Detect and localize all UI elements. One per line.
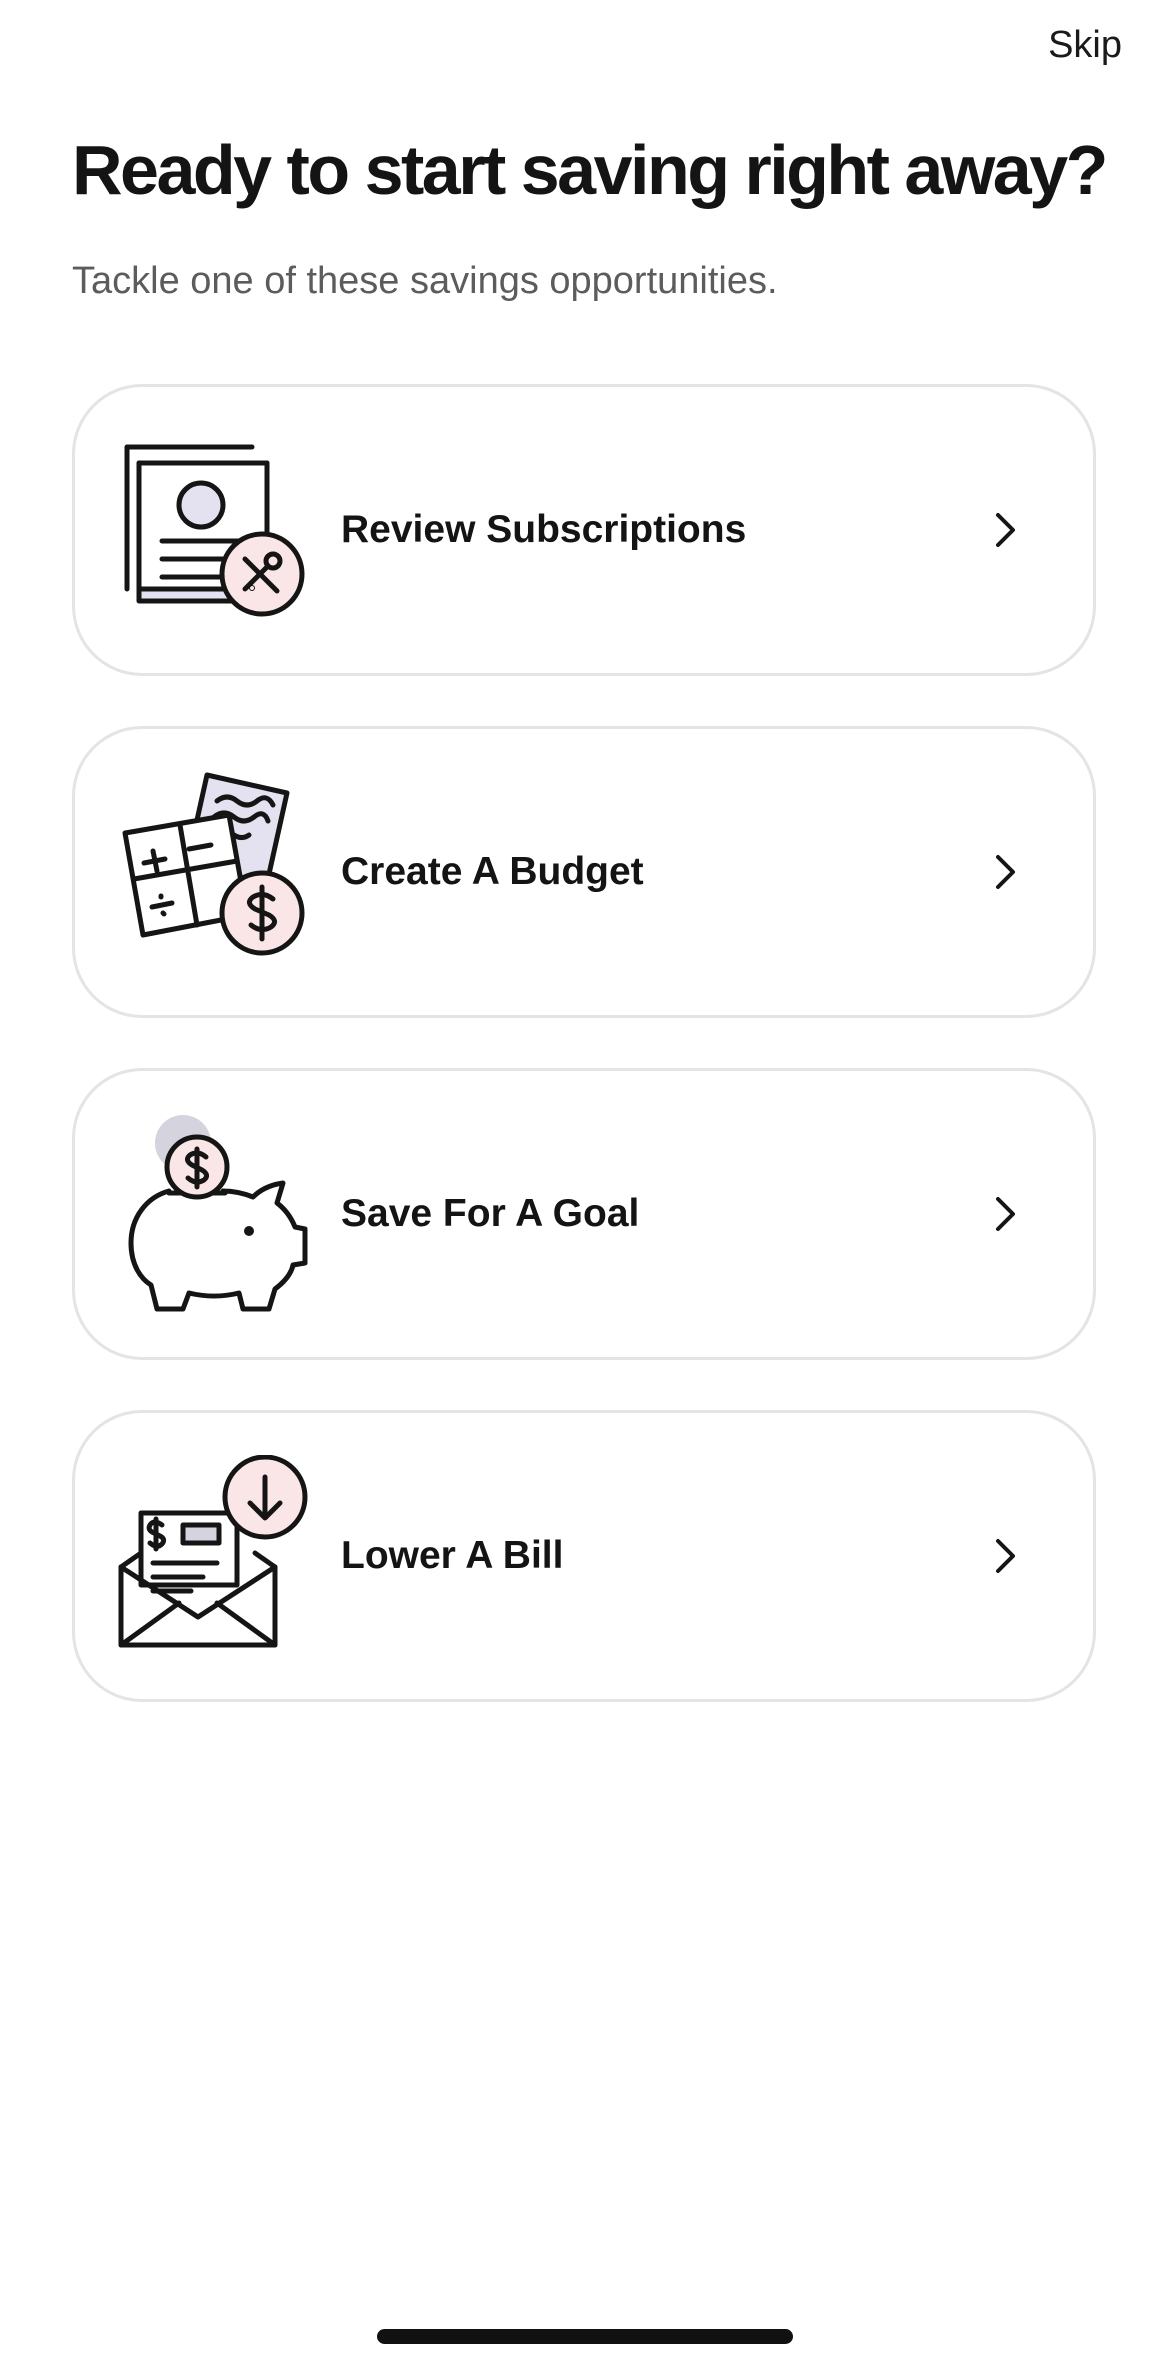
chevron-right-icon (996, 513, 1015, 547)
chevron-right-icon (996, 855, 1015, 889)
page-subtitle: Tackle one of these savings opportunitie… (72, 260, 778, 302)
subscription-cancel-icon (117, 429, 323, 635)
option-save-goal[interactable]: Save For A Goal (72, 1068, 1096, 1360)
home-indicator (377, 2329, 793, 2344)
budget-calculator-icon (117, 771, 323, 977)
page-title: Ready to start saving right away? (72, 131, 1108, 209)
option-label: Create A Budget (341, 850, 644, 893)
skip-button[interactable]: Skip (1048, 24, 1122, 67)
chevron-right-icon (996, 1197, 1015, 1231)
bill-envelope-icon (117, 1455, 323, 1661)
savings-options-list: Review Subscriptions Create A Budget Sav… (72, 384, 1096, 1752)
option-create-budget[interactable]: Create A Budget (72, 726, 1096, 1018)
option-label: Review Subscriptions (341, 508, 747, 551)
option-lower-bill[interactable]: Lower A Bill (72, 1410, 1096, 1702)
option-label: Save For A Goal (341, 1192, 640, 1235)
chevron-right-icon (996, 1539, 1015, 1573)
option-label: Lower A Bill (341, 1534, 564, 1577)
option-review-subscriptions[interactable]: Review Subscriptions (72, 384, 1096, 676)
piggy-bank-icon (117, 1113, 323, 1319)
